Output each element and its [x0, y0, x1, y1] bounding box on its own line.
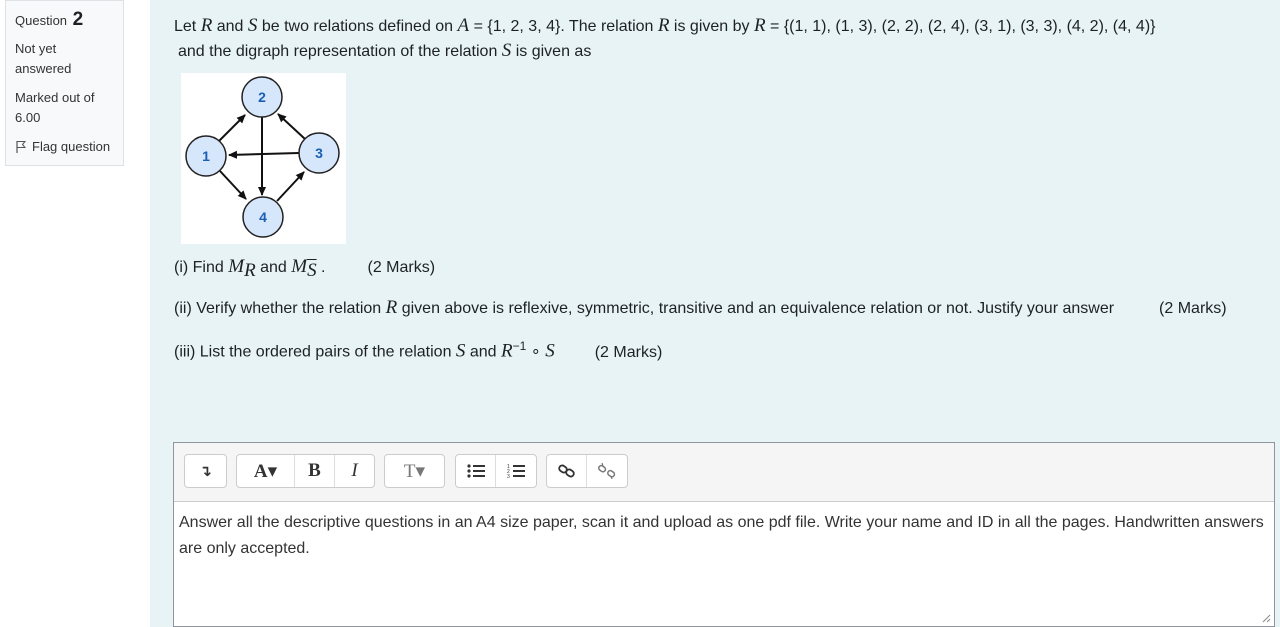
var-r: R	[200, 15, 213, 36]
part-ii-marks: (2 Marks)	[1159, 300, 1227, 318]
text-defined-on: be two relations defined on	[257, 18, 458, 35]
link-icon	[557, 464, 575, 478]
question-line-2: and the digraph representation of the re…	[178, 39, 1274, 64]
edge-3-2	[277, 113, 306, 140]
question-number-value: 2	[72, 9, 84, 30]
var-a: A	[457, 15, 470, 36]
var-s: S	[501, 40, 512, 61]
unlink-button[interactable]	[587, 455, 627, 487]
var-r: R	[657, 15, 670, 36]
compose-op: ∘	[526, 343, 546, 361]
edge-1-2	[218, 114, 246, 142]
question-state: Not yet answered	[15, 41, 72, 76]
question-content: Let R and S be two relations defined on …	[150, 0, 1280, 627]
text-and: and	[212, 18, 248, 35]
question-text: Let R and S be two relations defined on …	[174, 14, 1274, 64]
var-s: S	[455, 340, 466, 362]
question-line-1: Let R and S be two relations defined on …	[174, 14, 1274, 39]
text-style-button[interactable]: T▾	[385, 455, 444, 487]
text-digraph-intro: and the digraph representation of the re…	[178, 43, 502, 60]
node-2-label: 2	[258, 89, 266, 105]
digraph-image: 2 1 3 4	[181, 73, 346, 244]
part-i-dot: .	[316, 259, 326, 276]
part-i-prefix: (i) Find	[174, 259, 229, 276]
font-color-button[interactable]: A▾	[237, 455, 295, 487]
var-r: R	[501, 340, 513, 362]
node-4-label: 4	[259, 209, 267, 225]
flag-question-button[interactable]: Flag question	[15, 137, 114, 157]
answer-text-area[interactable]: Answer all the descriptive questions in …	[174, 502, 1274, 570]
node-4: 4	[242, 196, 284, 238]
toolbar-group-expand: ↴	[184, 454, 227, 488]
flag-question-label: Flag question	[32, 139, 111, 154]
ordered-list-icon: 1 2 3	[507, 464, 525, 479]
digraph-svg: 2 1 3 4	[185, 76, 340, 238]
resize-handle-icon[interactable]	[1261, 613, 1271, 623]
italic-button[interactable]: I	[335, 455, 374, 487]
node-2: 2	[241, 76, 283, 118]
unlink-icon	[598, 463, 616, 479]
link-button[interactable]	[547, 455, 587, 487]
part-i-marks: (2 Marks)	[367, 259, 436, 276]
part-ii: (ii) Verify whether the relation R given…	[174, 296, 1264, 321]
answer-editor: ↴ A▾ B I T▾ 1 2 3 Answer all the descrip…	[173, 442, 1275, 627]
question-info: Question 2 Not yet answered Marked out o…	[5, 0, 124, 166]
text-intro: Let	[174, 18, 201, 35]
var-s: S	[545, 340, 555, 362]
part-i-and: and	[255, 259, 292, 276]
node-1-label: 1	[202, 148, 210, 164]
text-given-by: is given by	[669, 18, 754, 35]
part-iii-and: and	[465, 343, 502, 361]
question-word: Question	[15, 13, 68, 28]
question-parts: (i) Find MR and MS . (2 Marks) (ii) Verif…	[174, 255, 1264, 378]
var-s: S	[247, 15, 258, 36]
edge-4-3	[276, 171, 305, 202]
sub-r: R	[244, 260, 256, 282]
set-r: = {(1, 1), (1, 3), (2, 2), (2, 4), (3, 1…	[765, 18, 1156, 35]
toolbar-group-format: A▾ B I	[236, 454, 375, 488]
var-r: R	[385, 297, 398, 319]
editor-toolbar: ↴ A▾ B I T▾ 1 2 3	[174, 443, 1274, 502]
expand-toolbar-button[interactable]: ↴	[185, 455, 226, 487]
part-ii-text-a: (ii) Verify whether the relation	[174, 300, 386, 318]
bold-button[interactable]: B	[295, 455, 335, 487]
set-a: = {1, 2, 3, 4}. The relation	[469, 18, 658, 35]
matrix-m: M	[291, 256, 308, 277]
unordered-list-icon	[466, 464, 485, 478]
node-3-label: 3	[315, 145, 323, 161]
flag-icon	[16, 141, 27, 153]
toolbar-group-lists: 1 2 3	[455, 454, 537, 488]
ordered-list-button[interactable]: 1 2 3	[496, 455, 536, 487]
part-i: (i) Find MR and MS . (2 Marks)	[174, 255, 1264, 283]
edge-3-1	[228, 150, 300, 159]
part-ii-text-b: given above is reflexive, symmetric, tra…	[397, 300, 1115, 318]
question-grade: Marked out of 6.00	[15, 90, 95, 125]
node-3: 3	[298, 132, 340, 174]
part-iii-marks: (2 Marks)	[594, 343, 663, 361]
question-number: Question 2	[15, 9, 114, 31]
toolbar-group-style: T▾	[384, 454, 445, 488]
inverse-sup: −1	[512, 339, 527, 354]
svg-text:3: 3	[507, 474, 510, 479]
toolbar-group-links	[546, 454, 628, 488]
matrix-m: M	[228, 256, 245, 277]
sub-s-bar: S	[307, 260, 317, 282]
part-iii-text: (iii) List the ordered pairs of the rela…	[174, 343, 456, 361]
var-r: R	[753, 15, 766, 36]
text-given-as: is given as	[511, 43, 592, 60]
edge-1-4	[219, 170, 247, 200]
unordered-list-button[interactable]	[456, 455, 496, 487]
part-iii: (iii) List the ordered pairs of the rela…	[174, 334, 1264, 364]
node-1: 1	[185, 135, 227, 177]
